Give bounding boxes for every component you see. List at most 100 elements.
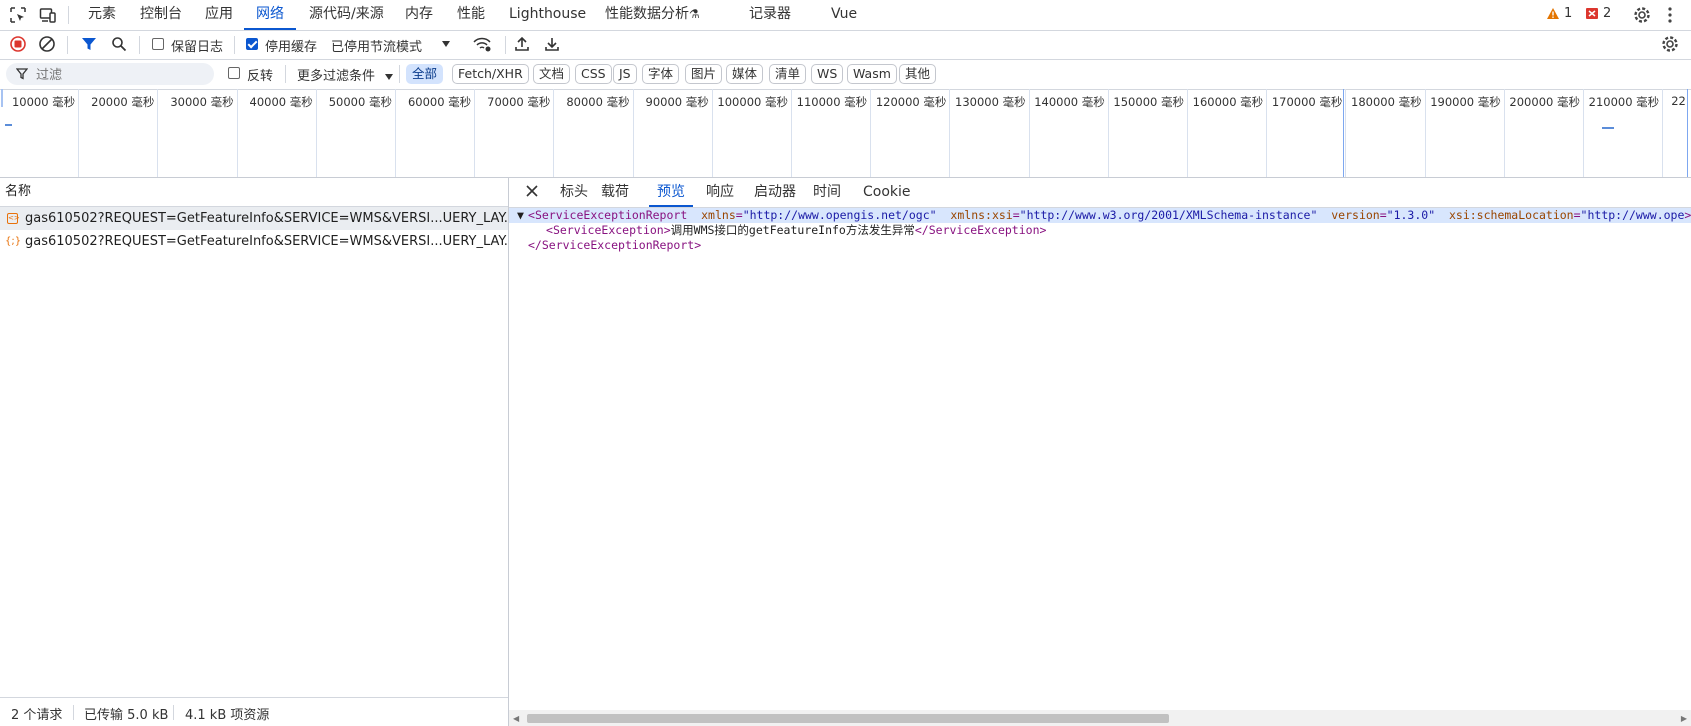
timeline-marker-line [1687, 89, 1688, 177]
detail-tab-2[interactable]: 预览 [649, 178, 693, 207]
timeline-tick-label: 100000 毫秒 [717, 95, 788, 109]
settings-gear-icon[interactable] [1632, 5, 1652, 25]
xml-root-tag: ServiceExceptionReport [534, 208, 688, 222]
tab-4[interactable]: 源代码/来源 [309, 0, 384, 29]
timeline-tick-label: 200000 毫秒 [1509, 95, 1580, 109]
timeline-tick: 60000 毫秒 [396, 89, 476, 177]
detail-tab-bar: 标头 载荷 预览 响应 启动器 时间 Cookie [509, 178, 1691, 208]
detail-tab-4[interactable]: 启动器 [754, 178, 796, 206]
request-count: 2 个请求 [11, 708, 63, 723]
preserve-log-label: 保留日志 [171, 40, 224, 55]
search-icon[interactable] [109, 34, 129, 54]
filter-chip-0[interactable]: 全部 [406, 64, 444, 84]
tab-3[interactable]: 网络 [244, 0, 296, 30]
error-count-value: 2 [1603, 6, 1612, 21]
request-name: gas610502?REQUEST=GetFeatureInfo&SERVICE… [25, 211, 508, 226]
disable-cache-checkbox[interactable] [246, 38, 258, 50]
request-bar-2 [1602, 127, 1614, 129]
tab-9[interactable]: 记录器 [749, 0, 791, 29]
tab-8[interactable]: 性能数据分析 [605, 0, 689, 29]
more-options-icon[interactable] [1660, 5, 1680, 25]
invert-checkbox[interactable] [228, 67, 240, 79]
filter-chip-6[interactable]: 图片 [685, 64, 723, 84]
detail-tab-0[interactable]: 标头 [560, 178, 588, 206]
timeline-tick-label: 150000 毫秒 [1113, 95, 1184, 109]
detail-tab-5[interactable]: 时间 [813, 178, 841, 206]
timeline-tick-label: 22 [1671, 94, 1686, 108]
filter-chip-2[interactable]: 文档 [533, 64, 571, 84]
error-count[interactable]: 2 [1585, 6, 1611, 21]
tab-5[interactable]: 内存 [405, 0, 433, 29]
network-toolbar: 保留日志 停用缓存 已停用节流模式 [0, 30, 1691, 60]
filter-icon[interactable] [79, 34, 99, 54]
detail-tab-6[interactable]: Cookie [863, 178, 911, 206]
timeline-tick: 100000 毫秒 [713, 89, 792, 177]
tab-1[interactable]: 控制台 [140, 0, 182, 29]
warning-count[interactable]: 1 [1546, 6, 1572, 21]
timeline-tick: 50000 毫秒 [317, 89, 396, 177]
expand-triangle-icon[interactable]: ▼ [517, 208, 524, 223]
tab-10[interactable]: Vue [831, 0, 857, 29]
request-row[interactable]: {;} gas610502?REQUEST=GetFeatureInfo&SER… [0, 230, 508, 253]
inspect-element-icon[interactable] [8, 5, 28, 25]
timeline-overview[interactable]: 10000 毫秒 20000 毫秒 30000 毫秒 40000 毫秒 50000 毫秒… [0, 89, 1691, 178]
xml-attr-name: xsi:schemaLocation [1448, 208, 1574, 222]
tab-2[interactable]: 应用 [205, 0, 233, 29]
clear-icon[interactable] [37, 34, 57, 54]
network-conditions-icon[interactable] [472, 34, 492, 54]
filter-chip-4[interactable]: JS [613, 64, 637, 84]
horizontal-scrollbar[interactable]: ◀ ▶ [509, 710, 1691, 726]
network-settings-gear-icon[interactable] [1660, 34, 1680, 54]
tab-6[interactable]: 性能 [457, 0, 485, 29]
scroll-left-arrow-icon[interactable]: ◀ [513, 714, 519, 723]
xml-root-line[interactable]: ▼ <ServiceExceptionReport xmlns="http://… [509, 208, 1691, 223]
request-row[interactable]: <> gas610502?REQUEST=GetFeatureInfo&SERV… [0, 207, 508, 230]
xml-child-line[interactable]: <ServiceException>调用WMS接口的getFeatureInfo… [509, 223, 1691, 238]
timeline-tick-label: 120000 毫秒 [875, 95, 947, 109]
transferred-size: 已传输 5.0 kB [84, 708, 169, 723]
stop-recording-icon[interactable] [8, 34, 28, 54]
timeline-tick: 20000 毫秒 [79, 89, 159, 177]
timeline-tick: 30000 毫秒 [158, 89, 238, 177]
timeline-tick-label: 10000 毫秒 [11, 95, 76, 109]
filter-chip-8[interactable]: 清单 [769, 64, 807, 84]
timeline-tick-label: 60000 毫秒 [407, 95, 472, 109]
more-filters-dropdown[interactable]: 更多过滤条件 [297, 65, 375, 84]
timeline-tick: 190000 毫秒 [1426, 89, 1505, 177]
name-column-header[interactable]: 名称 [0, 178, 508, 207]
xml-close-line: </ServiceExceptionReport> [528, 238, 702, 252]
preserve-log-checkbox[interactable] [152, 38, 164, 50]
filter-chip-5[interactable]: 字体 [642, 64, 680, 84]
tab-0[interactable]: 元素 [88, 0, 116, 29]
timeline-tick-label: 20000 毫秒 [91, 95, 155, 109]
request-name: gas610502?REQUEST=GetFeatureInfo&SERVICE… [25, 234, 508, 249]
filter-chip-1[interactable]: Fetch/XHR [452, 64, 529, 84]
resources-size: 4.1 kB 项资源 [185, 708, 270, 723]
timeline-tick: 210000 毫秒 [1584, 89, 1664, 177]
device-toolbar-icon[interactable] [38, 5, 58, 25]
timeline-tick-label: 130000 毫秒 [955, 95, 1026, 109]
detail-tab-1[interactable]: 载荷 [601, 178, 629, 206]
timeline-start-marker [1, 89, 3, 107]
xml-preview: ▼ <ServiceExceptionReport xmlns="http://… [509, 208, 1691, 253]
timeline-tick: 140000 毫秒 [1030, 89, 1109, 177]
chevron-down-icon[interactable] [436, 34, 456, 54]
filter-chip-7[interactable]: 媒体 [726, 64, 764, 84]
import-har-icon[interactable] [512, 34, 532, 54]
scroll-right-arrow-icon[interactable]: ▶ [1681, 714, 1687, 723]
xml-attr-value: "http://www.opengis.net/ogc" [742, 208, 937, 222]
export-har-icon[interactable] [542, 34, 562, 54]
request-bar-1 [5, 124, 12, 126]
filter-input[interactable] [6, 63, 214, 85]
detail-tab-3[interactable]: 响应 [706, 178, 734, 206]
throttling-select[interactable]: 已停用节流模式 [331, 36, 422, 55]
filter-chip-11[interactable]: 其他 [899, 64, 937, 84]
timeline-tick: 120000 毫秒 [871, 89, 951, 177]
filter-chip-10[interactable]: Wasm [847, 64, 897, 84]
tab-7[interactable]: Lighthouse [509, 0, 586, 29]
close-icon[interactable] [525, 184, 539, 202]
timeline-tick-label: 80000 毫秒 [566, 95, 630, 109]
scrollbar-thumb[interactable] [527, 714, 1169, 723]
filter-chip-3[interactable]: CSS [575, 64, 612, 84]
filter-chip-9[interactable]: WS [811, 64, 844, 84]
